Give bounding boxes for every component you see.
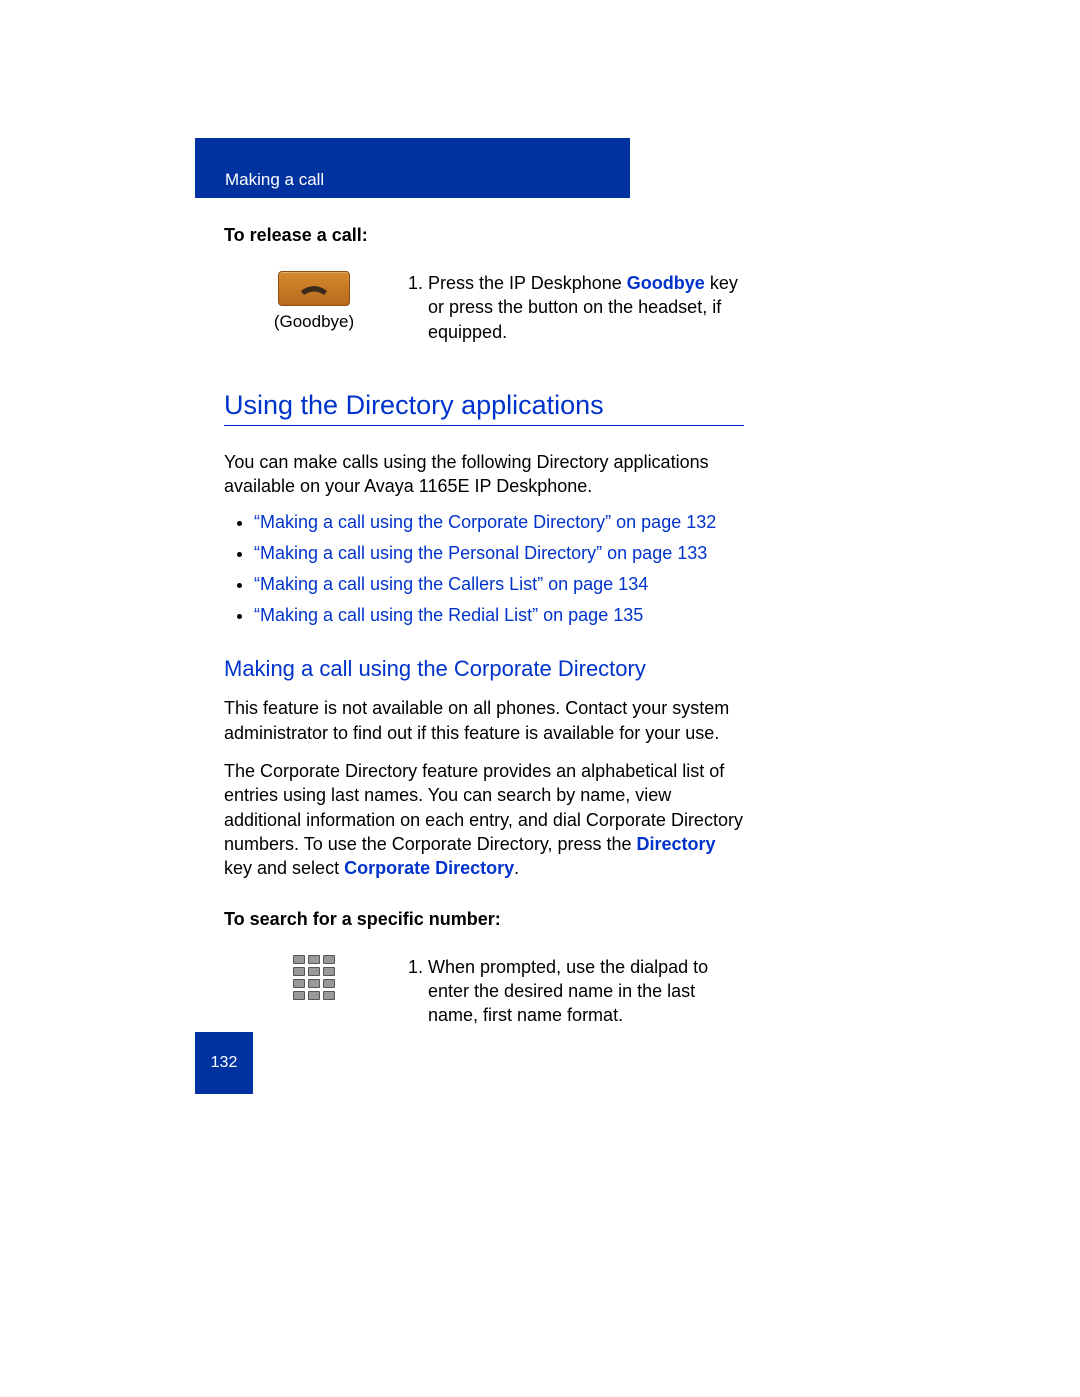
list-item: “Making a call using the Personal Direct… — [254, 543, 744, 564]
list-item: “Making a call using the Callers List” o… — [254, 574, 744, 595]
goodbye-caption: (Goodbye) — [224, 312, 404, 332]
corporate-p2: The Corporate Directory feature provides… — [224, 759, 744, 880]
xref-link[interactable]: “Making a call using the Redial List” on… — [254, 605, 643, 625]
page-header: Making a call — [195, 138, 630, 198]
xref-link[interactable]: “Making a call using the Callers List” o… — [254, 574, 648, 594]
corporate-directory-label: Corporate Directory — [344, 858, 514, 878]
search-step-text: When prompted, use the dialpad to enter … — [428, 955, 744, 1028]
goodbye-key-icon — [278, 271, 350, 306]
release-step-text: Press the IP Deskphone Goodbye key or pr… — [428, 271, 744, 344]
corporate-heading: Making a call using the Corporate Direct… — [224, 656, 744, 682]
release-heading: To release a call: — [224, 225, 744, 246]
list-item: “Making a call using the Redial List” on… — [254, 605, 744, 626]
corporate-p1: This feature is not available on all pho… — [224, 696, 744, 745]
dialpad-icon-col — [224, 955, 404, 1000]
page-number: 132 — [211, 1054, 238, 1072]
xref-link[interactable]: “Making a call using the Personal Direct… — [254, 543, 707, 563]
handset-down-icon — [297, 280, 331, 298]
release-instruction: Press the IP Deskphone Goodbye key or pr… — [404, 271, 744, 350]
directory-link-list: “Making a call using the Corporate Direc… — [224, 512, 744, 626]
document-page: Making a call To release a call: (Goodby… — [0, 0, 1080, 1397]
search-instruction: When prompted, use the dialpad to enter … — [404, 955, 744, 1034]
xref-link[interactable]: “Making a call using the Corporate Direc… — [254, 512, 716, 532]
search-heading: To search for a specific number: — [224, 909, 744, 930]
goodbye-key-label: Goodbye — [627, 273, 705, 293]
directory-key-label: Directory — [637, 834, 716, 854]
page-number-box: 132 — [195, 1032, 253, 1094]
directory-heading: Using the Directory applications — [224, 390, 744, 426]
list-item: “Making a call using the Corporate Direc… — [254, 512, 744, 533]
search-step-row: When prompted, use the dialpad to enter … — [224, 955, 744, 1034]
directory-intro: You can make calls using the following D… — [224, 450, 744, 499]
dialpad-icon — [290, 955, 338, 1000]
release-step-row: (Goodbye) Press the IP Deskphone Goodbye… — [224, 271, 744, 350]
goodbye-icon-col: (Goodbye) — [224, 271, 404, 332]
content-area: To release a call: (Goodbye) Press the I… — [224, 225, 744, 1063]
header-title: Making a call — [225, 170, 324, 190]
